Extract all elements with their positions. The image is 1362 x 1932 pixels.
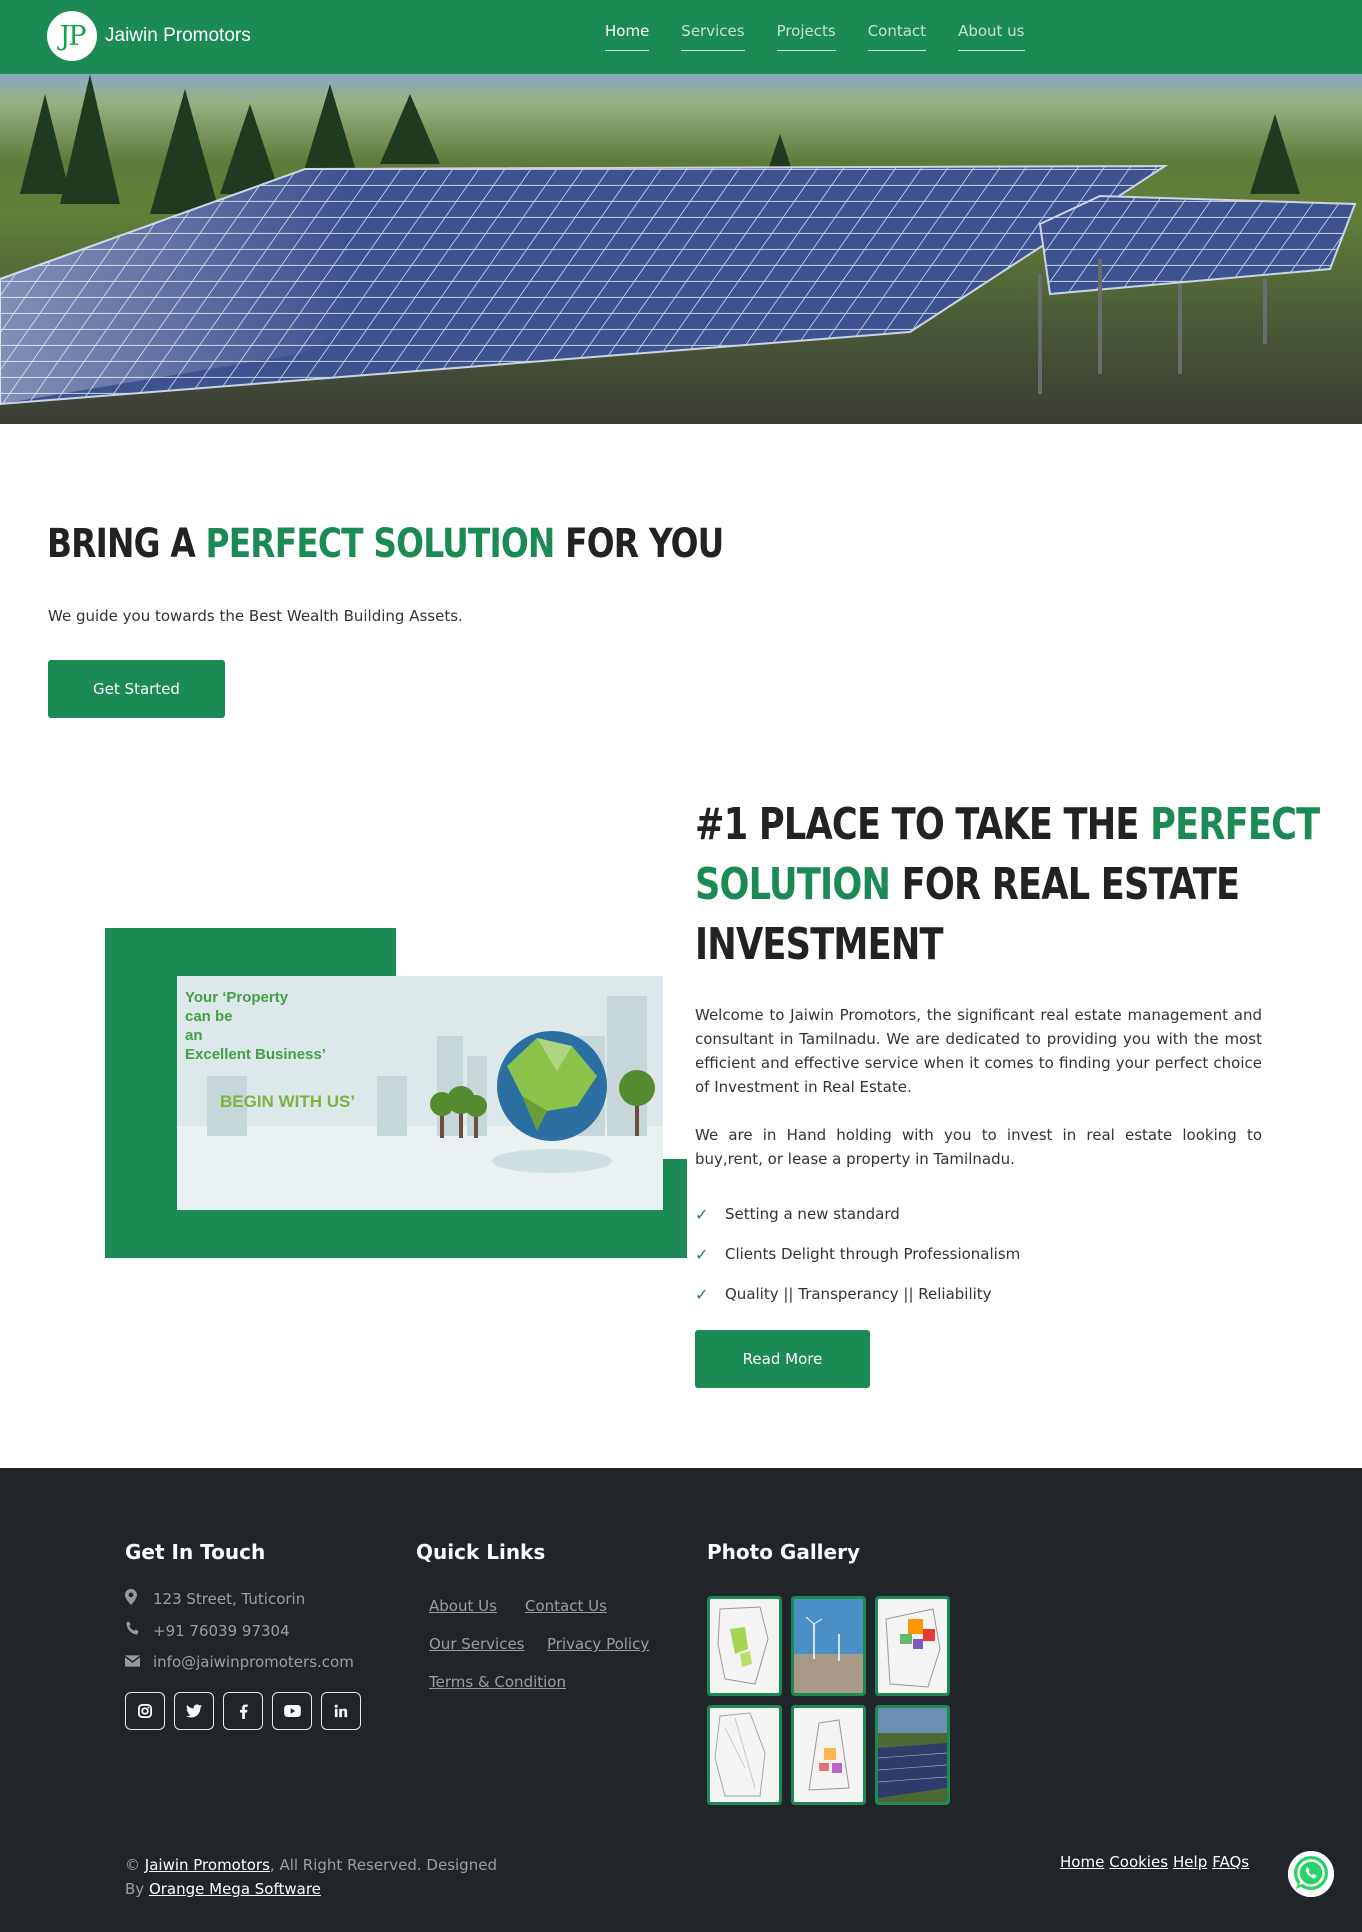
hero-title-pre: BRING A (47, 521, 206, 567)
footer-link-services[interactable]: Our Services (429, 1635, 525, 1653)
envelope-icon (124, 1653, 153, 1671)
feature-label: Quality || Transperancy || Reliability (725, 1285, 992, 1303)
photo-gallery (707, 1596, 950, 1805)
gallery-thumb[interactable] (875, 1705, 950, 1805)
youtube-icon[interactable] (272, 1692, 312, 1730)
nav-links: Home Services Projects Contact About us (605, 22, 1057, 51)
check-icon: ✓ (695, 1204, 709, 1224)
gallery-thumb[interactable] (707, 1596, 782, 1696)
copyright-text: , All Right Reserved. Designed (269, 1856, 497, 1874)
list-item: ✓ Quality || Transperancy || Reliability (695, 1274, 1020, 1314)
about-title-line: SOLUTION FOR REAL ESTATE (695, 855, 1240, 915)
hero-solar-image (0, 74, 1362, 424)
email: info@jaiwinpromoters.com (124, 1653, 354, 1671)
designed-by-label: By (125, 1880, 149, 1898)
about-title-highlight: SOLUTION (695, 859, 891, 910)
gallery-thumb[interactable] (791, 1596, 866, 1696)
solar-panels-illustration (0, 74, 1357, 406)
copyright-line: © Jaiwin Promotors, All Right Reserved. … (125, 1853, 497, 1877)
phone-icon (125, 1621, 153, 1640)
logo[interactable]: JP Jaiwin Promotors (47, 11, 251, 61)
get-started-button[interactable]: Get Started (48, 660, 225, 718)
address-text: 123 Street, Tuticorin (153, 1590, 306, 1608)
about-title-highlight: PERFECT (1150, 799, 1320, 850)
navbar: JP Jaiwin Promotors Home Services Projec… (0, 0, 1362, 74)
nav-services[interactable]: Services (681, 22, 745, 51)
footer-link-about[interactable]: About Us (429, 1597, 497, 1615)
list-item: ✓ Setting a new standard (695, 1194, 1020, 1234)
phone: +91 76039 97304 (125, 1621, 290, 1640)
copyright: © Jaiwin Promotors, All Right Reserved. … (125, 1853, 497, 1901)
read-more-button[interactable]: Read More (695, 1330, 870, 1388)
designer-link[interactable]: Orange Mega Software (149, 1880, 321, 1898)
logo-badge: JP (47, 11, 97, 61)
hero-title-highlight: PERFECT SOLUTION (205, 521, 556, 567)
gallery-thumb[interactable] (707, 1705, 782, 1805)
facebook-icon[interactable] (223, 1692, 263, 1730)
hero-title: BRING A PERFECT SOLUTION FOR YOU (47, 521, 724, 567)
nav-about[interactable]: About us (958, 22, 1025, 51)
social-links (125, 1692, 361, 1730)
footer-link-contact[interactable]: Contact Us (525, 1597, 607, 1615)
promo-tagline-line: can be (185, 1008, 233, 1025)
promo-image: Your ‘Property can be an Excellent Busin… (177, 976, 663, 1210)
address: 123 Street, Tuticorin (125, 1589, 305, 1609)
twitter-icon[interactable] (174, 1692, 214, 1730)
copyright-brand-link[interactable]: Jaiwin Promotors (145, 1856, 270, 1874)
about-paragraph: Welcome to Jaiwin Promotors, the signifi… (695, 1006, 1262, 1096)
linkedin-icon[interactable] (321, 1692, 361, 1730)
about-paragraph: We are in Hand holding with you to inves… (695, 1126, 1262, 1168)
check-icon: ✓ (695, 1244, 709, 1264)
bottom-link-faqs[interactable]: FAQs (1212, 1853, 1249, 1871)
decor-green-block (663, 1159, 687, 1258)
bottom-link-help[interactable]: Help (1173, 1853, 1207, 1871)
bottom-link-cookies[interactable]: Cookies (1109, 1853, 1168, 1871)
copyright-line: By Orange Mega Software (125, 1877, 497, 1901)
footer-link-terms[interactable]: Terms & Condition (429, 1673, 566, 1691)
copyright-symbol: © (125, 1856, 140, 1874)
gallery-thumb[interactable] (875, 1596, 950, 1696)
promo-tagline-line: Your ‘Property (185, 989, 289, 1006)
about-title-line: INVESTMENT (695, 919, 944, 970)
hero-subtitle: We guide you towards the Best Wealth Bui… (48, 607, 463, 625)
photo-gallery-heading: Photo Gallery (707, 1540, 860, 1564)
nav-projects[interactable]: Projects (776, 22, 836, 51)
brand-name: Jaiwin Promotors (105, 25, 251, 46)
promo-cta-text: BEGIN WITH US’ (220, 1092, 356, 1111)
nav-contact[interactable]: Contact (867, 22, 927, 51)
feature-label: Setting a new standard (725, 1205, 900, 1223)
about-title: #1 PLACE TO TAKE THE PERFECT SOLUTION FO… (695, 795, 1320, 975)
feature-label: Clients Delight through Professionalism (725, 1245, 1021, 1263)
email-text: info@jaiwinpromoters.com (153, 1653, 354, 1671)
hero-title-post: FOR YOU (554, 521, 724, 567)
check-icon: ✓ (695, 1284, 709, 1304)
instagram-icon[interactable] (125, 1692, 165, 1730)
promo-tagline-line: an (185, 1027, 203, 1044)
gallery-thumb[interactable] (791, 1705, 866, 1805)
feature-list: ✓ Setting a new standard ✓ Clients Delight… (695, 1194, 1020, 1314)
footer-bottom-links: Home Cookies Help FAQs (1060, 1853, 1249, 1871)
nav-home[interactable]: Home (605, 22, 650, 51)
get-in-touch-heading: Get In Touch (125, 1540, 266, 1564)
map-marker-icon (125, 1589, 153, 1609)
decor-green-block (105, 1208, 687, 1258)
quick-links-heading: Quick Links (416, 1540, 546, 1564)
about-title-text: #1 PLACE TO TAKE THE (695, 799, 1151, 850)
footer-link-privacy[interactable]: Privacy Policy (547, 1635, 649, 1653)
about-title-line: #1 PLACE TO TAKE THE PERFECT (695, 795, 1320, 855)
phone-text: +91 76039 97304 (153, 1621, 290, 1640)
about-title-text: FOR REAL ESTATE (890, 859, 1240, 910)
bottom-link-home[interactable]: Home (1060, 1853, 1104, 1871)
whatsapp-icon[interactable] (1288, 1851, 1334, 1897)
list-item: ✓ Clients Delight through Professionalism (695, 1234, 1020, 1274)
promo-tagline: Your ‘Property can be an Excellent Busin… (185, 988, 326, 1064)
promo-tagline-line: Excellent Business’ (185, 1046, 326, 1063)
